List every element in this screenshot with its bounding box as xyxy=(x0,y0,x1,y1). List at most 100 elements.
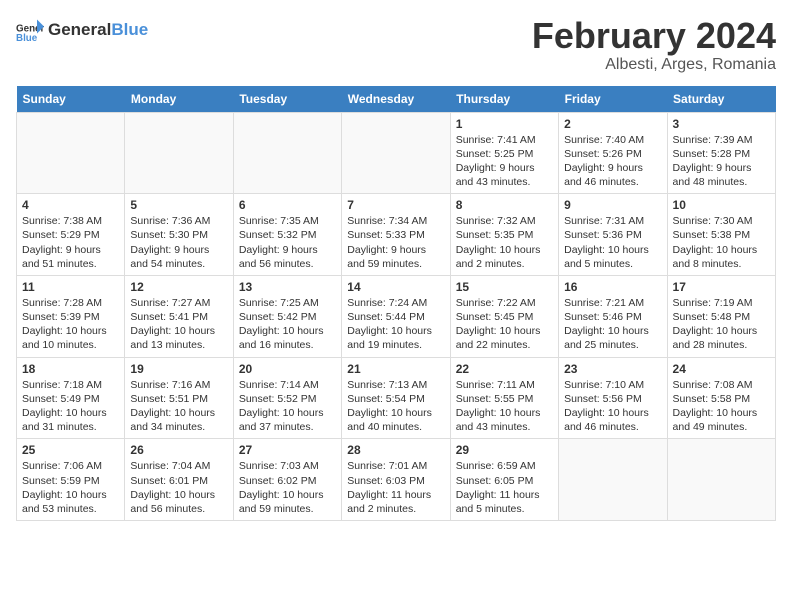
week-row-3: 11 Sunrise: 7:28 AM Sunset: 5:39 PM Dayli… xyxy=(17,275,776,357)
calendar-cell xyxy=(17,112,125,194)
week-row-5: 25 Sunrise: 7:06 AM Sunset: 5:59 PM Dayli… xyxy=(17,439,776,521)
cell-content: Sunrise: 7:38 AM Sunset: 5:29 PM Dayligh… xyxy=(22,214,119,271)
calendar-cell: 14 Sunrise: 7:24 AM Sunset: 5:44 PM Dayli… xyxy=(342,275,450,357)
week-row-1: 1 Sunrise: 7:41 AM Sunset: 5:25 PM Daylig… xyxy=(17,112,776,194)
date-number: 10 xyxy=(673,198,770,212)
calendar-cell: 15 Sunrise: 7:22 AM Sunset: 5:45 PM Dayli… xyxy=(450,275,558,357)
cell-content: Sunrise: 6:59 AM Sunset: 6:05 PM Dayligh… xyxy=(456,459,553,516)
calendar-cell: 12 Sunrise: 7:27 AM Sunset: 5:41 PM Dayli… xyxy=(125,275,233,357)
date-number: 18 xyxy=(22,362,119,376)
day-header-friday: Friday xyxy=(559,86,667,113)
cell-content: Sunrise: 7:41 AM Sunset: 5:25 PM Dayligh… xyxy=(456,133,553,190)
calendar-cell: 5Sunrise: 7:36 AM Sunset: 5:30 PM Daylig… xyxy=(125,194,233,276)
date-number: 21 xyxy=(347,362,444,376)
calendar-cell: 16 Sunrise: 7:21 AM Sunset: 5:46 PM Dayli… xyxy=(559,275,667,357)
cell-content: Sunrise: 7:08 AM Sunset: 5:58 PM Dayligh… xyxy=(673,378,770,435)
date-number: 22 xyxy=(456,362,553,376)
cell-content: Sunrise: 7:06 AM Sunset: 5:59 PM Dayligh… xyxy=(22,459,119,516)
cell-content: Sunrise: 7:21 AM Sunset: 5:46 PM Dayligh… xyxy=(564,296,661,353)
cell-content: Sunrise: 7:35 AM Sunset: 5:32 PM Dayligh… xyxy=(239,214,336,271)
calendar-cell: 24 Sunrise: 7:08 AM Sunset: 5:58 PM Dayli… xyxy=(667,357,775,439)
svg-text:Blue: Blue xyxy=(16,33,38,44)
date-number: 29 xyxy=(456,443,553,457)
date-number: 9 xyxy=(564,198,661,212)
date-number: 2 xyxy=(564,117,661,131)
cell-content: Sunrise: 7:25 AM Sunset: 5:42 PM Dayligh… xyxy=(239,296,336,353)
calendar-cell: 1 Sunrise: 7:41 AM Sunset: 5:25 PM Daylig… xyxy=(450,112,558,194)
calendar-table: SundayMondayTuesdayWednesdayThursdayFrid… xyxy=(16,86,776,521)
day-header-thursday: Thursday xyxy=(450,86,558,113)
calendar-cell: 23Sunrise: 7:10 AM Sunset: 5:56 PM Dayli… xyxy=(559,357,667,439)
logo: General Blue GeneralBlue xyxy=(16,16,148,44)
date-number: 6 xyxy=(239,198,336,212)
day-header-tuesday: Tuesday xyxy=(233,86,341,113)
calendar-cell: 22 Sunrise: 7:11 AM Sunset: 5:55 PM Dayli… xyxy=(450,357,558,439)
calendar-cell: 19 Sunrise: 7:16 AM Sunset: 5:51 PM Dayli… xyxy=(125,357,233,439)
date-number: 8 xyxy=(456,198,553,212)
cell-content: Sunrise: 7:16 AM Sunset: 5:51 PM Dayligh… xyxy=(130,378,227,435)
calendar-cell xyxy=(233,112,341,194)
calendar-cell xyxy=(342,112,450,194)
date-number: 27 xyxy=(239,443,336,457)
cell-content: Sunrise: 7:32 AM Sunset: 5:35 PM Dayligh… xyxy=(456,214,553,271)
calendar-cell: 29 Sunrise: 6:59 AM Sunset: 6:05 PM Dayli… xyxy=(450,439,558,521)
cell-content: Sunrise: 7:34 AM Sunset: 5:33 PM Dayligh… xyxy=(347,214,444,271)
date-number: 5 xyxy=(130,198,227,212)
calendar-cell: 21 Sunrise: 7:13 AM Sunset: 5:54 PM Dayli… xyxy=(342,357,450,439)
cell-content: Sunrise: 7:11 AM Sunset: 5:55 PM Dayligh… xyxy=(456,378,553,435)
date-number: 4 xyxy=(22,198,119,212)
calendar-cell: 10Sunrise: 7:30 AM Sunset: 5:38 PM Dayli… xyxy=(667,194,775,276)
date-number: 28 xyxy=(347,443,444,457)
calendar-cell xyxy=(125,112,233,194)
calendar-cell: 7 Sunrise: 7:34 AM Sunset: 5:33 PM Daylig… xyxy=(342,194,450,276)
cell-content: Sunrise: 7:14 AM Sunset: 5:52 PM Dayligh… xyxy=(239,378,336,435)
calendar-cell: 17 Sunrise: 7:19 AM Sunset: 5:48 PM Dayli… xyxy=(667,275,775,357)
calendar-cell: 9Sunrise: 7:31 AM Sunset: 5:36 PM Daylig… xyxy=(559,194,667,276)
cell-content: Sunrise: 7:24 AM Sunset: 5:44 PM Dayligh… xyxy=(347,296,444,353)
main-title: February 2024 xyxy=(532,16,776,56)
day-header-sunday: Sunday xyxy=(17,86,125,113)
cell-content: Sunrise: 7:39 AM Sunset: 5:28 PM Dayligh… xyxy=(673,133,770,190)
cell-content: Sunrise: 7:13 AM Sunset: 5:54 PM Dayligh… xyxy=(347,378,444,435)
date-number: 7 xyxy=(347,198,444,212)
date-number: 25 xyxy=(22,443,119,457)
date-number: 16 xyxy=(564,280,661,294)
date-number: 12 xyxy=(130,280,227,294)
date-number: 15 xyxy=(456,280,553,294)
calendar-cell: 25 Sunrise: 7:06 AM Sunset: 5:59 PM Dayli… xyxy=(17,439,125,521)
date-number: 19 xyxy=(130,362,227,376)
cell-content: Sunrise: 7:27 AM Sunset: 5:41 PM Dayligh… xyxy=(130,296,227,353)
cell-content: Sunrise: 7:28 AM Sunset: 5:39 PM Dayligh… xyxy=(22,296,119,353)
calendar-body: 1 Sunrise: 7:41 AM Sunset: 5:25 PM Daylig… xyxy=(17,112,776,520)
week-row-2: 4 Sunrise: 7:38 AM Sunset: 5:29 PM Daylig… xyxy=(17,194,776,276)
cell-content: Sunrise: 7:22 AM Sunset: 5:45 PM Dayligh… xyxy=(456,296,553,353)
calendar-cell: 6 Sunrise: 7:35 AM Sunset: 5:32 PM Daylig… xyxy=(233,194,341,276)
cell-content: Sunrise: 7:19 AM Sunset: 5:48 PM Dayligh… xyxy=(673,296,770,353)
calendar-cell: 8 Sunrise: 7:32 AM Sunset: 5:35 PM Daylig… xyxy=(450,194,558,276)
calendar-cell: 11 Sunrise: 7:28 AM Sunset: 5:39 PM Dayli… xyxy=(17,275,125,357)
date-number: 23 xyxy=(564,362,661,376)
calendar-cell: 20 Sunrise: 7:14 AM Sunset: 5:52 PM Dayli… xyxy=(233,357,341,439)
logo-icon: General Blue xyxy=(16,16,44,44)
day-header-monday: Monday xyxy=(125,86,233,113)
date-number: 14 xyxy=(347,280,444,294)
date-number: 24 xyxy=(673,362,770,376)
days-header-row: SundayMondayTuesdayWednesdayThursdayFrid… xyxy=(17,86,776,113)
cell-content: Sunrise: 7:01 AM Sunset: 6:03 PM Dayligh… xyxy=(347,459,444,516)
header: General Blue GeneralBlue February 2024 A… xyxy=(16,16,776,74)
date-number: 17 xyxy=(673,280,770,294)
calendar-cell: 18Sunrise: 7:18 AM Sunset: 5:49 PM Dayli… xyxy=(17,357,125,439)
cell-content: Sunrise: 7:40 AM Sunset: 5:26 PM Dayligh… xyxy=(564,133,661,190)
calendar-cell: 28 Sunrise: 7:01 AM Sunset: 6:03 PM Dayli… xyxy=(342,439,450,521)
title-area: February 2024 Albesti, Arges, Romania xyxy=(532,16,776,74)
cell-content: Sunrise: 7:04 AM Sunset: 6:01 PM Dayligh… xyxy=(130,459,227,516)
date-number: 11 xyxy=(22,280,119,294)
week-row-4: 18Sunrise: 7:18 AM Sunset: 5:49 PM Dayli… xyxy=(17,357,776,439)
calendar-cell: 2 Sunrise: 7:40 AM Sunset: 5:26 PM Daylig… xyxy=(559,112,667,194)
date-number: 1 xyxy=(456,117,553,131)
date-number: 20 xyxy=(239,362,336,376)
calendar-cell: 13 Sunrise: 7:25 AM Sunset: 5:42 PM Dayli… xyxy=(233,275,341,357)
calendar-cell: 4 Sunrise: 7:38 AM Sunset: 5:29 PM Daylig… xyxy=(17,194,125,276)
date-number: 3 xyxy=(673,117,770,131)
date-number: 13 xyxy=(239,280,336,294)
